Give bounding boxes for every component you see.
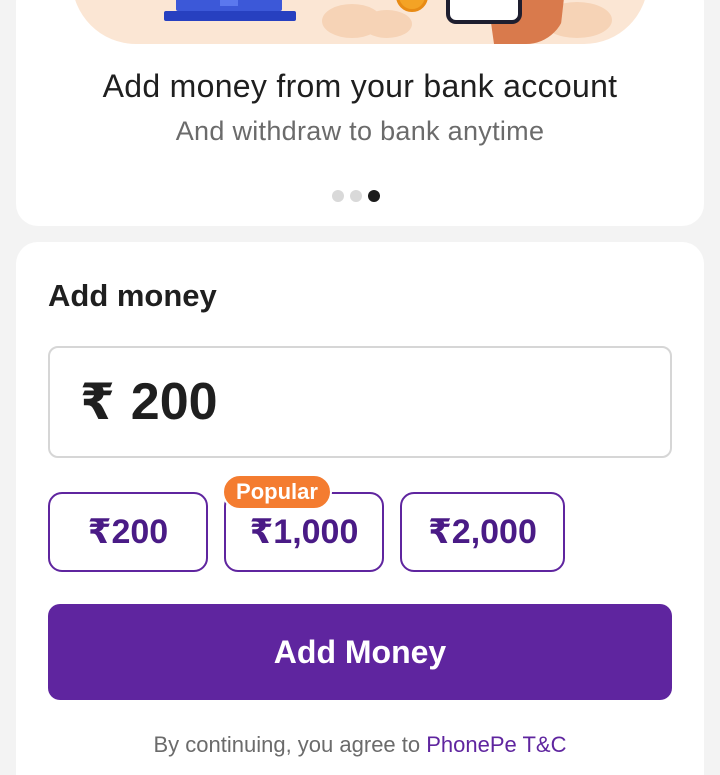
bank-building-icon: [164, 0, 296, 21]
chip-amount: 200: [111, 512, 169, 551]
terms-prefix: By continuing, you agree to: [153, 732, 427, 757]
chip-amount: 2,000: [451, 512, 537, 551]
rupee-symbol: ₹: [428, 512, 452, 552]
carousel-dot-active[interactable]: [368, 190, 380, 202]
section-title: Add money: [48, 278, 217, 313]
rupee-symbol: ₹: [249, 512, 274, 552]
add-money-card: Add money ₹ 200 ₹200 ₹1,000 ₹2,000 Popul…: [16, 242, 704, 775]
carousel-dot[interactable]: [350, 190, 362, 202]
rupee-symbol: ₹: [80, 373, 115, 431]
quick-amount-2000-button[interactable]: ₹2,000: [400, 492, 565, 572]
add-money-button[interactable]: Add Money: [48, 604, 672, 700]
amount-input[interactable]: ₹ 200: [48, 346, 672, 458]
add-money-screen: Add money from your bank account And wit…: [0, 0, 720, 775]
popular-badge: Popular: [222, 474, 332, 510]
carousel-dot[interactable]: [332, 190, 344, 202]
chip-amount: 1,000: [273, 512, 359, 551]
carousel-pagination: [332, 190, 380, 202]
phone-icon: [446, 0, 522, 24]
amount-value[interactable]: 200: [131, 372, 218, 432]
rupee-symbol: ₹: [87, 512, 112, 552]
bank-transfer-illustration: [72, 0, 648, 44]
quick-amount-200-button[interactable]: ₹200: [48, 492, 208, 572]
promo-title: Add money from your bank account: [102, 68, 618, 104]
promo-subtitle: And withdraw to bank anytime: [175, 116, 545, 146]
terms-link[interactable]: PhonePe T&C: [426, 732, 566, 757]
terms-text: By continuing, you agree to PhonePe T&C: [16, 732, 704, 758]
promo-carousel-card[interactable]: Add money from your bank account And wit…: [16, 0, 704, 226]
